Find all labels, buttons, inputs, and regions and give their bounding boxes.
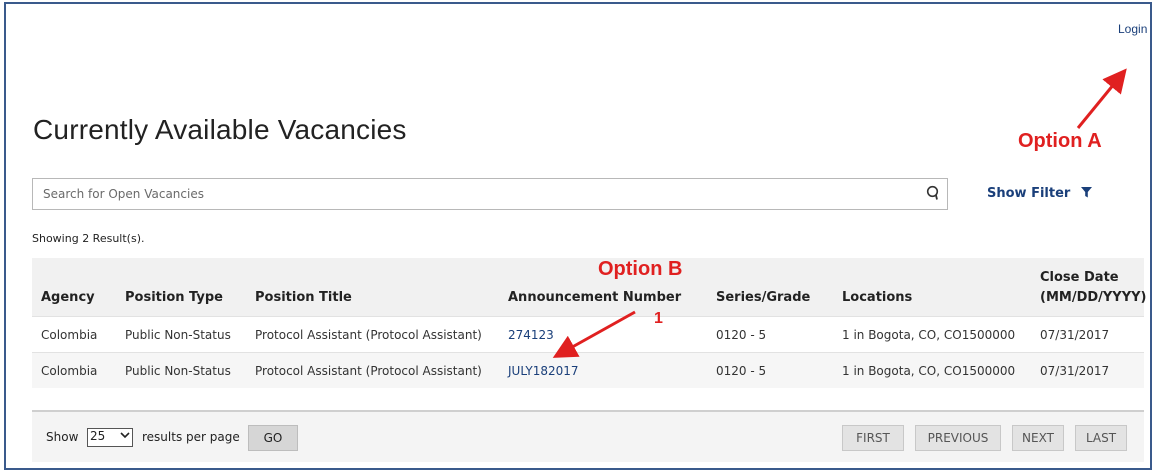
cell-series-grade: 0120 - 5 bbox=[716, 364, 767, 378]
results-count: Showing 2 Result(s). bbox=[32, 232, 145, 245]
search-input[interactable] bbox=[33, 179, 903, 209]
per-page-label: results per page bbox=[142, 430, 240, 444]
previous-page-button[interactable]: PREVIOUS bbox=[915, 425, 1001, 451]
chevron-down-icon bbox=[120, 430, 130, 443]
column-header-locations[interactable]: Locations bbox=[842, 290, 912, 305]
column-header-agency[interactable]: Agency bbox=[41, 290, 95, 305]
show-label: Show bbox=[46, 430, 79, 444]
cell-locations: 1 in Bogota, CO, CO1500000 bbox=[842, 328, 1016, 342]
login-link[interactable]: Login bbox=[1118, 22, 1147, 36]
cell-position-title: Protocol Assistant (Protocol Assistant) bbox=[255, 364, 482, 378]
cell-close-date: 07/31/2017 bbox=[1040, 328, 1110, 342]
last-page-button[interactable]: LAST bbox=[1075, 425, 1127, 451]
table-row: Colombia Public Non-Status Protocol Assi… bbox=[32, 352, 1144, 388]
results-per-page-select[interactable]: 25 bbox=[87, 428, 133, 447]
annotation-option-b: Option B bbox=[598, 258, 683, 280]
show-filter-label: Show Filter bbox=[987, 186, 1071, 201]
column-header-close-date[interactable]: Close Date bbox=[1040, 270, 1119, 285]
table-header: Agency Position Type Position Title Anno… bbox=[32, 258, 1147, 316]
cell-position-title: Protocol Assistant (Protocol Assistant) bbox=[255, 328, 482, 342]
annotation-step-1: 1 bbox=[654, 310, 663, 327]
cell-position-type: Public Non-Status bbox=[125, 328, 231, 342]
filter-icon bbox=[1080, 187, 1092, 202]
column-header-close-date-format: (MM/DD/YYYY) bbox=[1040, 290, 1147, 305]
cell-series-grade: 0120 - 5 bbox=[716, 328, 767, 342]
column-header-series-grade[interactable]: Series/Grade bbox=[716, 290, 810, 305]
annotation-option-a: Option A bbox=[1018, 130, 1102, 152]
cell-locations: 1 in Bogota, CO, CO1500000 bbox=[842, 364, 1016, 378]
vacancies-table: Agency Position Type Position Title Anno… bbox=[32, 258, 1147, 388]
cell-close-date: 07/31/2017 bbox=[1040, 364, 1110, 378]
next-page-button[interactable]: NEXT bbox=[1012, 425, 1064, 451]
announcement-link[interactable]: JULY182017 bbox=[508, 364, 579, 378]
announcement-link[interactable]: 274123 bbox=[508, 328, 554, 342]
go-button[interactable]: GO bbox=[248, 425, 298, 451]
column-header-announcement-number[interactable]: Announcement Number bbox=[508, 290, 681, 305]
search-icon[interactable] bbox=[926, 185, 942, 203]
per-page-value: 25 bbox=[90, 429, 106, 443]
column-header-position-title[interactable]: Position Title bbox=[255, 290, 352, 305]
search-box bbox=[32, 178, 948, 210]
page-title: Currently Available Vacancies bbox=[33, 114, 407, 145]
cell-agency: Colombia bbox=[41, 364, 98, 378]
column-header-position-type[interactable]: Position Type bbox=[125, 290, 223, 305]
show-filter-button[interactable]: Show Filter bbox=[987, 186, 1092, 202]
cell-agency: Colombia bbox=[41, 328, 98, 342]
table-row: Colombia Public Non-Status Protocol Assi… bbox=[32, 316, 1144, 352]
cell-position-type: Public Non-Status bbox=[125, 364, 231, 378]
first-page-button[interactable]: FIRST bbox=[842, 425, 904, 451]
page-frame bbox=[4, 2, 1152, 470]
table-footer: Show 25 results per page GO FIRST PREVIO… bbox=[32, 410, 1144, 462]
